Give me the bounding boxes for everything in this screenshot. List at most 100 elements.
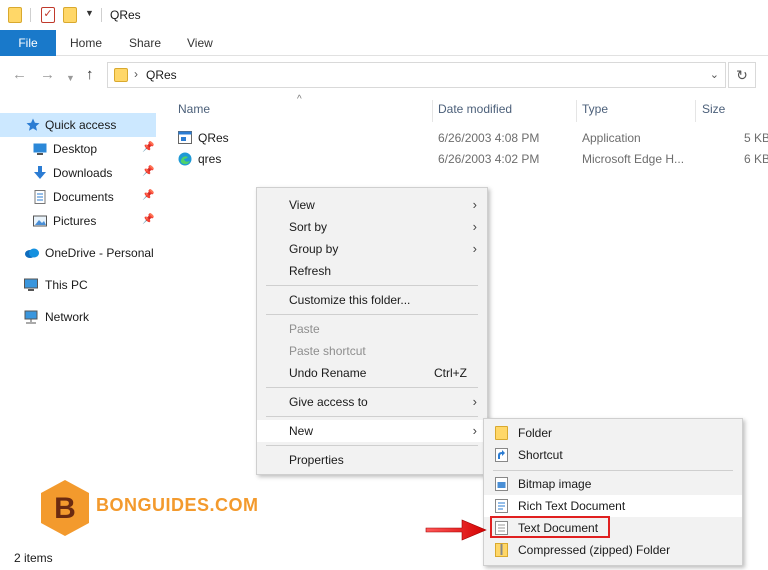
menu-item-refresh[interactable]: Refresh (257, 260, 487, 282)
sidebar-item-quick-access[interactable]: Quick access (0, 113, 156, 137)
new-submenu: Folder Shortcut Bitmap image Rich Text D… (483, 418, 743, 566)
column-divider[interactable] (695, 100, 696, 122)
column-divider[interactable] (576, 100, 577, 122)
menu-item-undo-rename[interactable]: Undo Rename Ctrl+Z (257, 362, 487, 384)
menu-item-label: Group by (289, 242, 339, 256)
column-header-date[interactable]: Date modified (438, 102, 512, 116)
divider (30, 8, 31, 22)
sidebar-item-label: OneDrive - Personal (45, 246, 154, 260)
menu-item-customize[interactable]: Customize this folder... (257, 289, 487, 311)
menu-item-label: Customize this folder... (289, 293, 411, 307)
menu-separator (266, 314, 478, 315)
chevron-down-icon[interactable]: ⌄ (710, 68, 719, 81)
sidebar-item-network[interactable]: Network (0, 305, 156, 329)
highlight-box (490, 516, 610, 538)
sidebar-item-downloads[interactable]: Downloads 📌 (0, 161, 156, 185)
menu-item-new-zip[interactable]: Compressed (zipped) Folder (484, 539, 742, 561)
sidebar-item-label: Quick access (45, 118, 117, 132)
menu-item-label: Give access to (289, 395, 368, 409)
ribbon-tabs: File Home Share View (0, 30, 768, 56)
folder-icon (8, 7, 22, 23)
menu-item-sort-by[interactable]: Sort by › (257, 216, 487, 238)
column-header-size[interactable]: Size (702, 102, 725, 116)
new-folder-icon[interactable] (63, 7, 77, 23)
sidebar-item-onedrive[interactable]: OneDrive - Personal (0, 241, 156, 265)
menu-item-label: Bitmap image (518, 477, 592, 491)
table-row[interactable]: QRes 6/26/2003 4:08 PM Application 5 KB (172, 128, 768, 148)
file-date: 6/26/2003 4:08 PM (438, 131, 540, 145)
edge-icon (178, 152, 192, 166)
menu-item-label: Folder (518, 426, 553, 440)
tab-file[interactable]: File (0, 30, 56, 56)
menu-item-new-shortcut[interactable]: Shortcut (484, 444, 742, 466)
column-divider[interactable] (432, 100, 433, 122)
sidebar-item-this-pc[interactable]: This PC (0, 273, 156, 297)
desktop-icon (33, 143, 47, 155)
chevron-right-icon[interactable]: › (134, 67, 138, 81)
menu-separator (266, 445, 478, 446)
file-type: Microsoft Edge H... (582, 152, 685, 166)
menu-item-properties[interactable]: Properties (257, 449, 487, 471)
sidebar-item-label: Network (45, 310, 90, 324)
menu-item-label: Paste shortcut (289, 344, 366, 358)
pin-icon[interactable]: 📌 (142, 190, 154, 201)
menu-item-give-access[interactable]: Give access to › (257, 391, 487, 413)
refresh-button[interactable]: ↻ (728, 62, 756, 88)
svg-text:B: B (54, 492, 76, 525)
properties-icon[interactable]: ✓ (41, 7, 55, 23)
pin-icon[interactable]: 📌 (142, 166, 154, 177)
menu-item-new-bitmap[interactable]: Bitmap image (484, 473, 742, 495)
sidebar-item-documents[interactable]: Documents 📌 (0, 185, 156, 209)
pin-icon[interactable]: 📌 (142, 142, 154, 153)
tab-view[interactable]: View (173, 30, 227, 56)
forward-icon[interactable]: → (40, 67, 55, 83)
menu-separator (266, 416, 478, 417)
menu-item-view[interactable]: View › (257, 194, 487, 216)
address-bar[interactable]: › QRes ⌄ (107, 62, 726, 88)
column-header-type[interactable]: Type (582, 102, 608, 116)
menu-item-paste-shortcut[interactable]: Paste shortcut (257, 340, 487, 362)
menu-separator (266, 387, 478, 388)
tab-share[interactable]: Share (115, 30, 175, 56)
sidebar-item-label: Documents (53, 190, 114, 204)
menu-item-new-rich-text[interactable]: Rich Text Document (484, 495, 742, 517)
documents-icon (34, 190, 46, 204)
menu-item-label: View (289, 198, 315, 212)
application-icon (178, 131, 192, 144)
cloud-icon (25, 248, 39, 258)
sidebar-item-desktop[interactable]: Desktop 📌 (0, 137, 156, 161)
chevron-right-icon: › (472, 197, 477, 212)
recent-locations-icon[interactable]: ▼ (66, 70, 75, 86)
computer-icon (24, 278, 38, 291)
download-icon (34, 166, 46, 179)
file-name: qres (198, 152, 222, 166)
chevron-right-icon: › (472, 423, 477, 438)
title-bar: ✓ ▼ QRes (0, 0, 768, 30)
address-path[interactable]: QRes (146, 68, 177, 82)
bonguides-logo-icon: B (41, 480, 89, 536)
menu-item-new[interactable]: New › (257, 420, 487, 442)
pictures-icon (33, 215, 47, 227)
pin-icon[interactable]: 📌 (142, 214, 154, 225)
column-header-name[interactable]: Name (178, 102, 210, 116)
shortcut-label: Ctrl+Z (434, 366, 467, 380)
sidebar-item-pictures[interactable]: Pictures 📌 (0, 209, 156, 233)
file-size: 6 KB (744, 152, 768, 166)
bitmap-icon (495, 477, 508, 491)
menu-item-label: New (289, 424, 314, 438)
tab-home[interactable]: Home (56, 30, 116, 56)
sidebar-item-label: Downloads (53, 166, 113, 180)
menu-separator (493, 470, 733, 471)
back-icon[interactable]: ← (12, 67, 27, 83)
file-date: 6/26/2003 4:02 PM (438, 152, 540, 166)
file-size: 5 KB (744, 131, 768, 145)
table-row[interactable]: qres 6/26/2003 4:02 PM Microsoft Edge H.… (172, 149, 768, 169)
menu-item-new-folder[interactable]: Folder (484, 422, 742, 444)
menu-item-paste[interactable]: Paste (257, 318, 487, 340)
menu-item-label: Shortcut (518, 448, 563, 462)
shortcut-icon (495, 448, 508, 462)
up-icon[interactable]: ↑ (86, 67, 94, 83)
network-icon (24, 310, 38, 324)
chevron-down-icon[interactable]: ▼ (85, 8, 94, 18)
menu-item-group-by[interactable]: Group by › (257, 238, 487, 260)
